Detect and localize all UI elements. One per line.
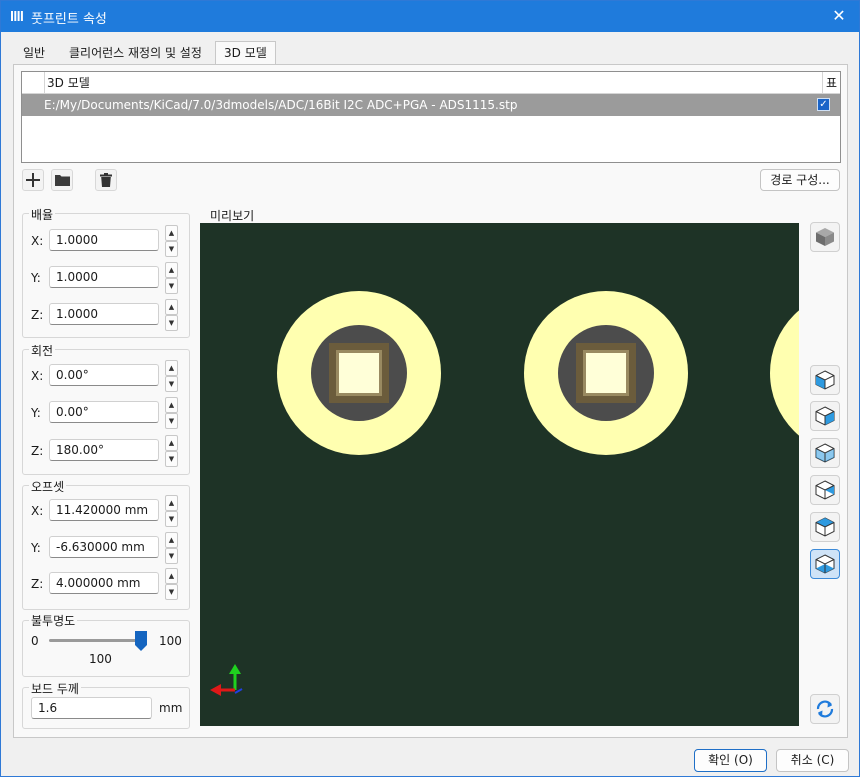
cube-icon — [816, 228, 834, 246]
scale-x-spin-down[interactable]: ▼ — [165, 241, 178, 257]
view-top-button[interactable] — [810, 512, 840, 542]
board-thickness-unit: mm — [159, 701, 183, 715]
offset-x-label: X: — [31, 504, 44, 518]
scale-x-input[interactable]: 1.0000 — [49, 229, 159, 251]
preview-title: 미리보기 — [210, 209, 255, 223]
column-header-show[interactable]: 표시 — [822, 72, 840, 112]
trash-icon — [100, 173, 112, 187]
cube-bottom-view-icon — [815, 554, 835, 574]
pad-1 — [277, 291, 441, 455]
offset-z-spin-up[interactable]: ▲ — [165, 568, 178, 584]
opacity-slider-track[interactable] — [49, 639, 142, 642]
scale-y-spin-up[interactable]: ▲ — [165, 262, 178, 278]
view-3d-button[interactable] — [810, 222, 840, 252]
models-table: 3D 모델 표시 E:/My/Documents/KiCad/7.0/3dmod… — [21, 71, 841, 163]
window-title: 풋프린트 속성 — [31, 12, 107, 27]
model-path-cell[interactable]: E:/My/Documents/KiCad/7.0/3dmodels/ADC/1… — [44, 94, 517, 116]
rotation-y-spin-down[interactable]: ▼ — [165, 413, 178, 429]
rotation-z-input[interactable]: 180.00° — [49, 439, 159, 461]
view-front-button[interactable] — [810, 438, 840, 468]
board-thickness-input[interactable]: 1.6 — [31, 697, 152, 719]
rotation-x-spin-up[interactable]: ▲ — [165, 360, 178, 376]
view-left-button[interactable] — [810, 365, 840, 395]
offset-x-spin-down[interactable]: ▼ — [165, 511, 178, 527]
preview-scene — [210, 291, 799, 696]
scale-z-input[interactable]: 1.0000 — [49, 303, 159, 325]
opacity-title: 불투명도 — [29, 612, 78, 629]
offset-z-input[interactable]: 4.000000 mm — [49, 572, 159, 594]
opacity-max-label: 100 — [159, 634, 182, 648]
offset-x-spin-up[interactable]: ▲ — [165, 495, 178, 511]
footprint-properties-dialog: 풋프린트 속성 ✕ 일반 클리어런스 재정의 및 설정 3D 모델 3D 모델 … — [0, 0, 860, 777]
offset-y-input[interactable]: -6.630000 mm — [49, 536, 159, 558]
tab-general[interactable]: 일반 — [14, 41, 54, 65]
tab-3d-models[interactable]: 3D 모델 — [215, 41, 276, 66]
configure-paths-button[interactable]: 경로 구성... — [760, 169, 840, 191]
reload-view-button[interactable] — [810, 694, 840, 724]
rotation-y-input[interactable]: 0.00° — [49, 401, 159, 423]
offset-y-label: Y: — [31, 541, 41, 555]
delete-model-button[interactable] — [95, 169, 117, 191]
scale-z-spin-down[interactable]: ▼ — [165, 315, 178, 331]
rotation-z-spin-down[interactable]: ▼ — [165, 451, 178, 467]
cube-top-view-icon — [815, 517, 835, 537]
scale-x-spin-up[interactable]: ▲ — [165, 225, 178, 241]
browse-model-button[interactable] — [51, 169, 73, 191]
offset-z-spin-down[interactable]: ▼ — [165, 584, 178, 600]
board-thickness-title: 보드 두께 — [29, 680, 81, 697]
cube-front-view-icon — [815, 443, 835, 463]
pad-2 — [524, 291, 688, 455]
scale-title: 배율 — [29, 206, 56, 223]
view-back-button[interactable] — [810, 475, 840, 505]
title-bar: 풋프린트 속성 ✕ — [1, 1, 859, 32]
view-right-button[interactable] — [810, 401, 840, 431]
offset-y-spin-down[interactable]: ▼ — [165, 548, 178, 564]
cube-left-view-icon — [815, 370, 835, 390]
3d-preview-canvas[interactable] — [200, 223, 799, 726]
rotation-x-input[interactable]: 0.00° — [49, 364, 159, 386]
folder-icon — [54, 175, 70, 186]
scale-z-spin-up[interactable]: ▲ — [165, 299, 178, 315]
scale-z-label: Z: — [31, 308, 44, 322]
view-bottom-button[interactable] — [810, 549, 840, 579]
cube-right-view-icon — [815, 406, 835, 426]
rotation-title: 회전 — [29, 342, 56, 359]
column-header-model[interactable]: 3D 모델 — [44, 72, 90, 94]
offset-title: 오프셋 — [29, 478, 67, 495]
table-row[interactable]: E:/My/Documents/KiCad/7.0/3dmodels/ADC/1… — [22, 94, 840, 116]
plus-icon — [26, 173, 40, 187]
footprint-app-icon — [11, 11, 23, 21]
rotation-x-label: X: — [31, 369, 44, 383]
scale-y-spin-down[interactable]: ▼ — [165, 278, 178, 294]
opacity-value-label: 100 — [89, 652, 112, 666]
tab-clearance-overrides[interactable]: 클리어런스 재정의 및 설정 — [60, 41, 211, 65]
rotation-z-label: Z: — [31, 444, 44, 458]
offset-x-input[interactable]: 11.420000 mm — [49, 499, 159, 521]
rotation-x-spin-down[interactable]: ▼ — [165, 376, 178, 392]
offset-z-label: Z: — [31, 577, 44, 591]
add-model-button[interactable] — [22, 169, 44, 191]
scale-x-label: X: — [31, 234, 44, 248]
show-checkbox[interactable]: ✓ — [817, 98, 830, 111]
rotation-y-label: Y: — [31, 406, 41, 420]
opacity-min-label: 0 — [31, 634, 39, 648]
cancel-button[interactable]: 취소 (C) — [776, 749, 849, 772]
scale-y-input[interactable]: 1.0000 — [49, 266, 159, 288]
axis-indicator — [210, 664, 243, 696]
ok-button[interactable]: 확인 (O) — [694, 749, 767, 772]
rotation-z-spin-up[interactable]: ▲ — [165, 435, 178, 451]
close-icon[interactable]: ✕ — [827, 5, 851, 27]
offset-y-spin-up[interactable]: ▲ — [165, 532, 178, 548]
refresh-icon — [816, 700, 834, 718]
opacity-slider-thumb[interactable] — [135, 631, 147, 651]
cube-back-view-icon — [815, 480, 835, 500]
table-header: 3D 모델 표시 — [22, 72, 840, 112]
pad-3 — [770, 310, 799, 436]
scale-y-label: Y: — [31, 271, 41, 285]
rotation-y-spin-up[interactable]: ▲ — [165, 397, 178, 413]
